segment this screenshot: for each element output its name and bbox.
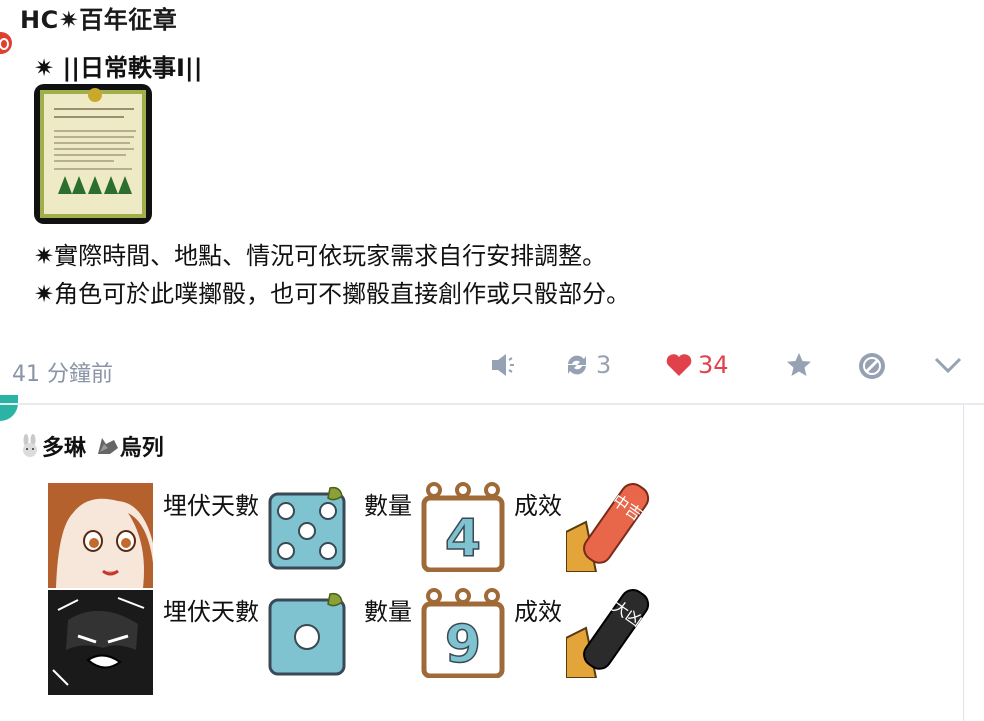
link-button[interactable]	[856, 350, 888, 382]
more-options-button[interactable]	[932, 350, 964, 380]
label-ambush-days: 埋伏天數	[163, 598, 259, 626]
avatar-uriel[interactable]	[48, 590, 153, 695]
like-button[interactable]: 34	[664, 350, 729, 380]
plurk-post: HC✷百年征章 ✷ ||日常軼事I|| ✷實際時間、地點、情況可依玩家需求自行安…	[0, 0, 984, 400]
character-name-2[interactable]: 烏列	[120, 436, 164, 461]
like-count: 34	[698, 351, 729, 379]
label-result: 成效	[514, 598, 562, 626]
number-scroll-icon: 9	[418, 588, 508, 679]
fortune-stick-icon: 大凶	[565, 588, 656, 679]
notice-board-image[interactable]	[34, 84, 152, 224]
favorite-button[interactable]	[784, 350, 814, 380]
response-border	[963, 405, 964, 721]
post-line-1: ✷實際時間、地點、情況可依玩家需求自行安排調整。	[34, 242, 607, 270]
author-name[interactable]: HC✷百年征章	[20, 0, 177, 35]
label-quantity: 數量	[364, 598, 412, 626]
fortune-stick-icon: 中吉	[565, 482, 656, 573]
post-title: ✷ ||日常軼事I||	[34, 54, 203, 82]
mute-button[interactable]	[488, 350, 518, 380]
character-name-1[interactable]: 多琳	[42, 436, 86, 461]
replurk-icon	[568, 355, 586, 375]
globe-link-icon	[859, 353, 885, 379]
count-value: 4	[445, 509, 481, 569]
number-scroll-icon: 4	[418, 482, 508, 573]
label-ambush-days: 埋伏天數	[163, 492, 259, 520]
replurk-count: 3	[596, 351, 612, 379]
response-header: 多琳 烏列	[18, 430, 164, 464]
heart-icon	[666, 354, 692, 376]
star-icon	[787, 353, 811, 376]
mute-icon	[492, 354, 514, 376]
response-indicator	[0, 395, 18, 421]
avatar-dorin[interactable]	[48, 483, 153, 588]
post-divider	[0, 403, 984, 405]
wolf-icon	[94, 434, 120, 464]
label-result: 成效	[514, 492, 562, 520]
post-line-2: ✷角色可於此噗擲骰，也可不擲骰直接創作或只骰部分。	[34, 280, 631, 308]
count-value: 9	[445, 615, 481, 675]
chevron-down-icon	[934, 357, 962, 374]
notification-dot-icon	[0, 32, 12, 54]
dice-one-icon	[268, 592, 346, 676]
dice-five-icon	[268, 486, 346, 570]
rabbit-icon	[18, 434, 42, 464]
post-time[interactable]: 41 分鐘前	[12, 356, 113, 388]
label-quantity: 數量	[364, 492, 412, 520]
replurk-button[interactable]: 3	[562, 350, 611, 380]
